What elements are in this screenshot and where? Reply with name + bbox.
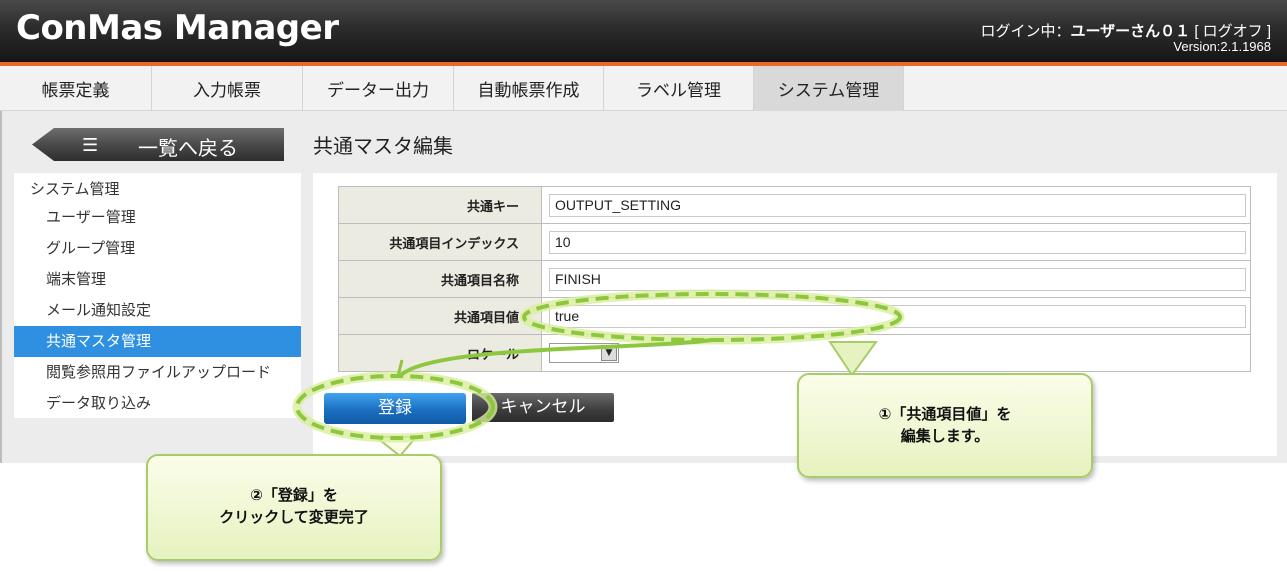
- callout-1-line2: 編集します。: [900, 427, 990, 445]
- callout-2-line2: クリックして変更完了: [219, 508, 369, 526]
- form-row: 共通キー OUTPUT_SETTING: [338, 186, 1251, 224]
- app-window: ConMas Manager ログイン中：ユーザーさん０１ [ ログオフ ] V…: [0, 0, 1287, 572]
- tab-auto-form-creation[interactable]: 自動帳票作成: [454, 66, 604, 111]
- version-label: Version:2.1.1968: [1173, 39, 1271, 54]
- logoff-link[interactable]: [ ログオフ ]: [1194, 23, 1271, 40]
- main-nav: 帳票定義 入力帳票 データー出力 自動帳票作成 ラベル管理 システム管理: [0, 66, 1287, 111]
- callout-1-line1: ①「共通項目値」を: [878, 405, 1012, 423]
- tab-form-definition[interactable]: 帳票定義: [0, 66, 152, 111]
- form-row: 共通項目名称 FINISH: [338, 260, 1251, 298]
- tab-data-output[interactable]: データー出力: [303, 66, 454, 111]
- login-status: ログイン中：ユーザーさん０１ [ ログオフ ]: [980, 20, 1271, 41]
- form-row: 共通項目値 true: [338, 297, 1251, 335]
- sidebar-item-common-master[interactable]: 共通マスタ管理: [14, 326, 301, 357]
- field-label-item-value: 共通項目値: [338, 297, 542, 335]
- page-title: 共通マスタ編集: [313, 134, 453, 158]
- register-button[interactable]: 登録: [324, 393, 466, 424]
- field-label-item-name: 共通項目名称: [338, 260, 542, 298]
- app-header: ConMas Manager ログイン中：ユーザーさん０１ [ ログオフ ] V…: [0, 0, 1287, 62]
- tab-input-forms[interactable]: 入力帳票: [152, 66, 303, 111]
- locale-select[interactable]: ▼: [549, 343, 619, 363]
- app-title: ConMas Manager: [16, 8, 339, 48]
- common-key-input[interactable]: OUTPUT_SETTING: [549, 193, 1246, 217]
- item-name-input[interactable]: FINISH: [549, 267, 1246, 291]
- sidebar-item-devices[interactable]: 端末管理: [14, 264, 301, 295]
- sidebar-item-data-import[interactable]: データ取り込み: [14, 388, 301, 419]
- callout-2-line1: ②「登録」を: [250, 486, 338, 504]
- form-row: ロケール ▼: [338, 334, 1251, 372]
- edit-form-table: 共通キー OUTPUT_SETTING 共通項目インデックス 10 共通項目名称…: [338, 186, 1251, 372]
- sidebar-item-users[interactable]: ユーザー管理: [14, 202, 301, 233]
- user-name: ユーザーさん０１: [1070, 23, 1191, 40]
- field-label-common-key: 共通キー: [338, 186, 542, 224]
- item-index-input[interactable]: 10: [549, 230, 1246, 254]
- form-row: 共通項目インデックス 10: [338, 223, 1251, 261]
- callout-click-register: ②「登録」を クリックして変更完了: [146, 454, 442, 561]
- sidebar-item-groups[interactable]: グループ管理: [14, 233, 301, 264]
- tab-label-management[interactable]: ラベル管理: [604, 66, 754, 111]
- cancel-button[interactable]: キャンセル: [472, 393, 614, 422]
- tab-system-management[interactable]: システム管理: [754, 66, 904, 111]
- field-label-item-index: 共通項目インデックス: [338, 223, 542, 261]
- field-label-locale: ロケール: [338, 334, 542, 372]
- chevron-down-icon[interactable]: ▼: [601, 345, 617, 361]
- list-icon: ☰: [82, 135, 99, 156]
- item-value-input[interactable]: true: [549, 304, 1246, 328]
- sidebar: システム管理 ユーザー管理 グループ管理 端末管理 メール通知設定 共通マスタ管…: [14, 173, 301, 418]
- login-prefix: ログイン中：: [980, 23, 1071, 40]
- back-button-label: 一覧へ戻る: [138, 136, 238, 160]
- sidebar-item-mail-notification[interactable]: メール通知設定: [14, 295, 301, 326]
- sidebar-item-file-upload[interactable]: 閲覧参照用ファイルアップロード: [14, 357, 301, 388]
- left-border: [0, 111, 2, 463]
- callout-edit-value: ①「共通項目値」を 編集します。: [797, 373, 1093, 478]
- sidebar-root-label: システム管理: [30, 180, 120, 198]
- back-to-list-button[interactable]: ☰ 一覧へ戻る: [32, 128, 284, 161]
